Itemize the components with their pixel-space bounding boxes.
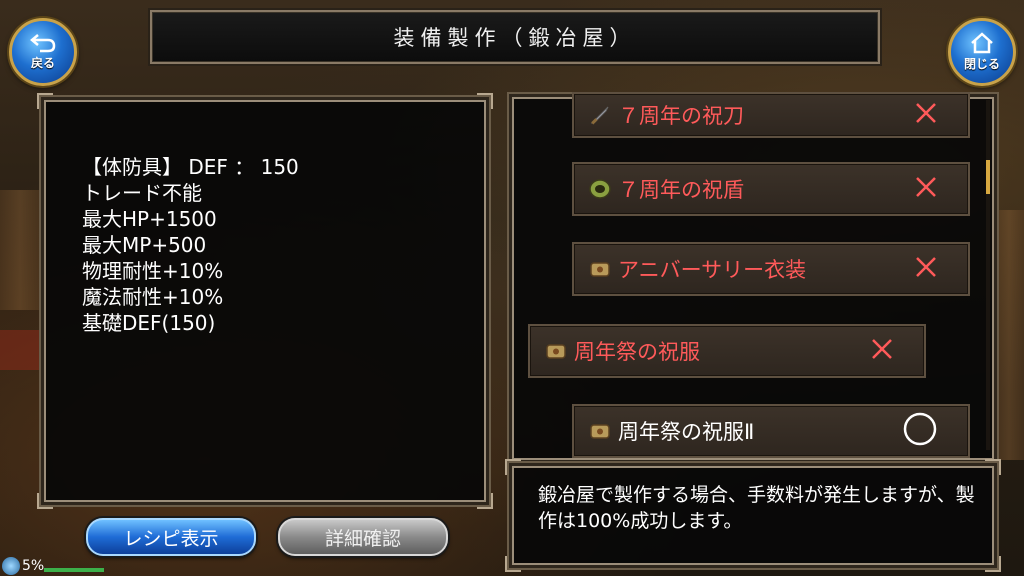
armor-icon [590, 424, 610, 439]
stat-line: 【体防具】 DEF ： 150 [82, 155, 299, 179]
item-stats: 【体防具】 DEF ： 150 トレード不能 最大HP+1500 最大MP+50… [82, 154, 299, 336]
description-text: 鍛冶屋で製作する場合、手数料が発生しますが、製作は100%成功します。 [538, 484, 975, 532]
recipe-display-button[interactable]: レシピ表示 [86, 518, 256, 556]
background-plank [0, 330, 40, 370]
recipe-name: 周年祭の祝服 [574, 340, 700, 364]
recipe-name: ７周年の祝刀 [618, 104, 744, 128]
unavailable-mark-icon [914, 175, 938, 203]
description-panel: 鍛冶屋で製作する場合、手数料が発生しますが、製作は100%成功します。 [505, 459, 1001, 572]
scrollbar-thumb[interactable] [986, 160, 990, 194]
stat-line: 最大HP+1500 [82, 207, 217, 231]
armor-icon [546, 344, 566, 359]
status-progress-bar [44, 568, 104, 572]
recipe-item[interactable]: アニバーサリー衣装 [572, 242, 970, 296]
scrollbar-track[interactable] [986, 100, 990, 450]
recipe-name: 周年祭の祝服Ⅱ [618, 420, 755, 444]
status-percent: 5% [22, 558, 45, 574]
background-plank [0, 190, 40, 310]
close-button[interactable]: 閉じる [948, 18, 1016, 86]
stat-line: 最大MP+500 [82, 233, 207, 257]
unavailable-mark-icon [870, 337, 894, 365]
stat-line: トレード不能 [82, 181, 202, 205]
close-button-label: 閉じる [963, 57, 1000, 71]
stat-line: 物理耐性+10% [82, 259, 224, 283]
status-orb-icon [2, 557, 20, 575]
sword-icon [590, 106, 609, 125]
detail-check-button[interactable]: 詳細確認 [278, 518, 448, 556]
page-title: 装備製作（鍛冶屋） [150, 10, 880, 64]
stat-line: 魔法耐性+10% [82, 285, 224, 309]
armor-icon [590, 262, 610, 277]
unavailable-mark-icon [914, 255, 938, 283]
recipe-name: ７周年の祝盾 [618, 178, 744, 202]
shield-icon [589, 179, 611, 199]
recipe-name: アニバーサリー衣装 [618, 258, 807, 282]
recipe-item[interactable]: ７周年の祝刀 [572, 92, 970, 138]
recipe-item-selected[interactable]: 周年祭の祝服 [528, 324, 926, 378]
available-mark-icon [902, 411, 938, 451]
unavailable-mark-icon [914, 101, 938, 129]
stat-line: 基礎DEF(150) [82, 311, 216, 335]
recipe-item[interactable]: 周年祭の祝服Ⅱ [572, 404, 970, 458]
item-detail-panel: 【体防具】 DEF ： 150 トレード不能 最大HP+1500 最大MP+50… [37, 93, 493, 509]
home-icon [971, 32, 993, 54]
back-button-label: 戻る [30, 56, 55, 70]
back-arrow-icon [30, 34, 56, 53]
background-plank [994, 210, 1024, 460]
recipe-item[interactable]: ７周年の祝盾 [572, 162, 970, 216]
back-button[interactable]: 戻る [9, 18, 77, 86]
status-indicator: 5% [0, 556, 104, 576]
